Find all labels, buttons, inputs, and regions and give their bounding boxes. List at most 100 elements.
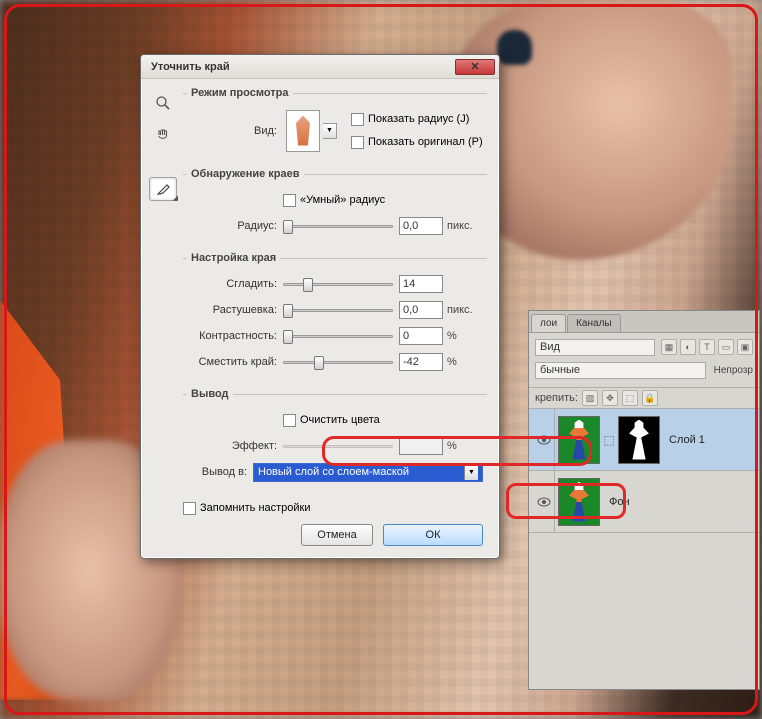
dialog-titlebar[interactable]: Уточнить край ✕ bbox=[141, 55, 499, 79]
output-to-select[interactable]: Новый слой со слоем-маской ▼ bbox=[253, 463, 483, 482]
link-icon[interactable]: ⬚ bbox=[603, 433, 615, 447]
chevron-down-icon: ▼ bbox=[464, 465, 478, 480]
view-dropdown-button[interactable]: ▼ bbox=[323, 123, 337, 139]
panel-options: Вид ▦ ◐ T ▭ ▣ бычные Непрозр bbox=[529, 333, 759, 388]
hand-icon bbox=[155, 127, 171, 143]
smooth-slider[interactable] bbox=[283, 277, 393, 291]
cancel-button[interactable]: Отмена bbox=[301, 524, 373, 546]
show-radius-label: Показать радиус (J) bbox=[368, 113, 469, 125]
refine-edge-dialog: Уточнить край ✕ ◢ Режим просмотра Вид: bbox=[140, 54, 500, 559]
contrast-slider[interactable] bbox=[283, 329, 393, 343]
output-to-label: Вывод в: bbox=[187, 466, 253, 478]
bg-nail bbox=[497, 30, 532, 65]
view-mode-legend: Режим просмотра bbox=[187, 87, 293, 99]
contrast-input[interactable] bbox=[399, 327, 443, 345]
shift-edge-input[interactable] bbox=[399, 353, 443, 371]
contrast-label: Контрастность: bbox=[187, 330, 283, 342]
edge-adjust-legend: Настройка края bbox=[187, 252, 280, 264]
zoom-tool[interactable] bbox=[149, 91, 177, 115]
effect-label: Эффект: bbox=[187, 440, 283, 452]
filter-adjust-icon[interactable]: ◐ bbox=[680, 339, 696, 355]
magnifier-icon bbox=[155, 95, 171, 111]
edge-detection-legend: Обнаружение краев bbox=[187, 168, 304, 180]
filter-icons: ▦ ◐ T ▭ ▣ bbox=[661, 339, 753, 355]
dialog-title: Уточнить край bbox=[151, 61, 230, 73]
smart-radius-checkbox[interactable] bbox=[283, 194, 296, 207]
smooth-label: Сгладить: bbox=[187, 278, 283, 290]
lock-artboard-icon[interactable]: ⬚ bbox=[622, 390, 638, 406]
refine-brush-tool[interactable]: ◢ bbox=[149, 177, 177, 201]
remember-checkbox[interactable] bbox=[183, 502, 196, 515]
feather-input[interactable] bbox=[399, 301, 443, 319]
cancel-label: Отмена bbox=[317, 529, 356, 541]
lock-label: крепить: bbox=[535, 392, 578, 404]
layer-thumbnail[interactable] bbox=[558, 416, 600, 464]
filter-pixel-icon[interactable]: ▦ bbox=[661, 339, 677, 355]
shift-edge-label: Сместить край: bbox=[187, 356, 283, 368]
view-label: Вид: bbox=[187, 125, 283, 137]
layer-name[interactable]: Фон bbox=[609, 496, 630, 508]
effect-input bbox=[399, 437, 443, 455]
tab-channels[interactable]: Каналы bbox=[567, 314, 621, 332]
visibility-toggle[interactable] bbox=[533, 471, 555, 532]
lock-all-icon[interactable]: 🔒 bbox=[642, 390, 658, 406]
feather-label: Растушевка: bbox=[187, 304, 283, 316]
output-to-value: Новый слой со слоем-маской bbox=[258, 466, 409, 478]
effect-slider bbox=[283, 439, 393, 453]
layer-thumbnail[interactable] bbox=[558, 478, 600, 526]
lock-pixels-icon[interactable]: ▨ bbox=[582, 390, 598, 406]
decontaminate-label: Очистить цвета bbox=[300, 414, 380, 426]
lock-row: крепить: ▨ ✥ ⬚ 🔒 bbox=[529, 388, 759, 409]
layer-kind-label: Вид bbox=[540, 341, 560, 353]
blend-mode-select[interactable]: бычные bbox=[535, 362, 706, 379]
radius-input[interactable] bbox=[399, 217, 443, 235]
shift-edge-unit: % bbox=[447, 356, 483, 368]
layer-row[interactable]: Фон bbox=[529, 471, 759, 533]
radius-slider[interactable] bbox=[283, 219, 393, 233]
tool-column: ◢ bbox=[149, 87, 183, 546]
smart-radius-label: «Умный» радиус bbox=[300, 194, 385, 206]
show-radius-checkbox[interactable] bbox=[351, 113, 364, 126]
radius-label: Радиус: bbox=[187, 220, 283, 232]
filter-type-icon[interactable]: T bbox=[699, 339, 715, 355]
panel-tab-strip: лои Каналы bbox=[529, 311, 759, 333]
edge-detection-group: Обнаружение краев «Умный» радиус Радиус:… bbox=[183, 168, 487, 248]
mask-thumbnail[interactable] bbox=[618, 416, 660, 464]
tool-flyout-icon: ◢ bbox=[173, 194, 178, 202]
tab-layers[interactable]: лои bbox=[531, 314, 566, 332]
ok-label: ОК bbox=[426, 529, 441, 541]
lock-position-icon[interactable]: ✥ bbox=[602, 390, 618, 406]
effect-unit: % bbox=[447, 440, 483, 452]
ok-button[interactable]: ОК bbox=[383, 524, 483, 546]
filter-shape-icon[interactable]: ▭ bbox=[718, 339, 734, 355]
radius-unit: пикс. bbox=[447, 220, 483, 232]
close-button[interactable]: ✕ bbox=[455, 59, 495, 75]
view-mode-group: Режим просмотра Вид: ▼ Показать радиус (… bbox=[183, 87, 487, 164]
feather-unit: пикс. bbox=[447, 304, 483, 316]
visibility-toggle[interactable] bbox=[533, 409, 555, 470]
show-original-label: Показать оригинал (P) bbox=[368, 136, 483, 148]
remember-label: Запомнить настройки bbox=[200, 502, 311, 514]
eye-icon bbox=[537, 435, 551, 445]
opacity-label: Непрозр bbox=[714, 365, 753, 376]
view-thumbnail[interactable] bbox=[286, 110, 320, 152]
close-icon: ✕ bbox=[470, 60, 479, 73]
brush-icon bbox=[155, 181, 171, 197]
layer-name[interactable]: Слой 1 bbox=[669, 434, 705, 446]
layer-row[interactable]: ⬚ Слой 1 bbox=[529, 409, 759, 471]
layers-panel: лои Каналы Вид ▦ ◐ T ▭ ▣ бычные Непрозр … bbox=[528, 310, 760, 690]
hand-tool[interactable] bbox=[149, 123, 177, 147]
show-original-checkbox[interactable] bbox=[351, 136, 364, 149]
decontaminate-checkbox[interactable] bbox=[283, 414, 296, 427]
filter-smart-icon[interactable]: ▣ bbox=[737, 339, 753, 355]
output-group: Вывод Очистить цвета Эффект: % Вывод в: bbox=[183, 388, 487, 494]
feather-slider[interactable] bbox=[283, 303, 393, 317]
edge-adjust-group: Настройка края Сгладить: Растушевка: пик bbox=[183, 252, 487, 384]
contrast-unit: % bbox=[447, 330, 483, 342]
output-legend: Вывод bbox=[187, 388, 233, 400]
layer-kind-select[interactable]: Вид bbox=[535, 339, 655, 356]
eye-icon bbox=[537, 497, 551, 507]
smooth-input[interactable] bbox=[399, 275, 443, 293]
shift-edge-slider[interactable] bbox=[283, 355, 393, 369]
blend-mode-label: бычные bbox=[540, 364, 580, 376]
